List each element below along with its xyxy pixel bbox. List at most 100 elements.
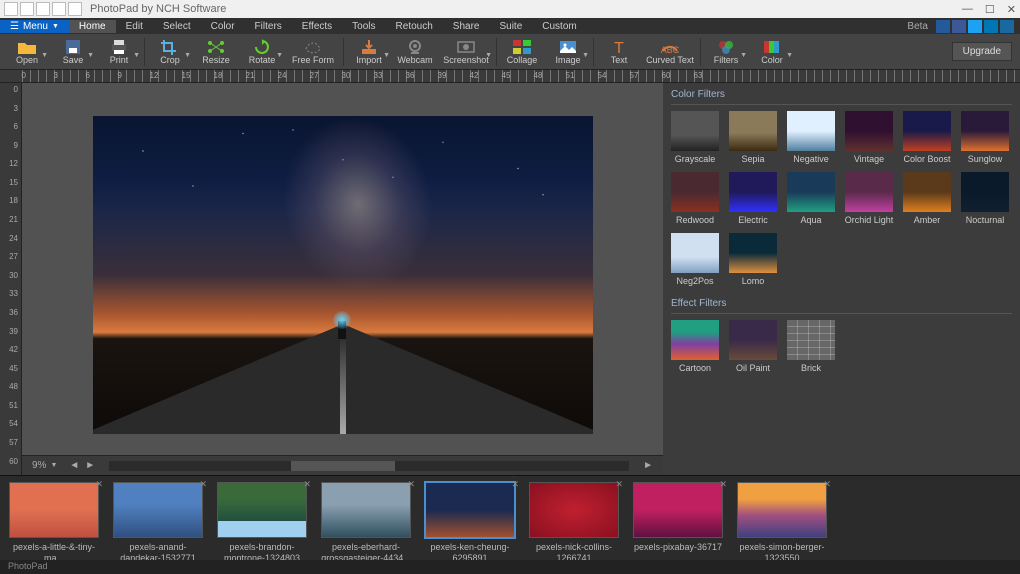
filter-nocturnal[interactable]: Nocturnal — [961, 172, 1009, 225]
filter-thumb — [787, 111, 835, 151]
zoom-dropdown-icon[interactable]: ▼ — [50, 462, 57, 469]
filter-brick[interactable]: Brick — [787, 320, 835, 373]
like-icon[interactable] — [936, 20, 950, 33]
linkedin-icon[interactable] — [984, 20, 998, 33]
resize-button[interactable]: Resize — [193, 34, 239, 69]
filter-sunglow[interactable]: Sunglow — [961, 111, 1009, 164]
close-icon[interactable]: ✕ — [615, 479, 623, 490]
curved-text-button[interactable]: ABCCurved Text — [642, 34, 698, 69]
collage-button[interactable]: Collage — [499, 34, 545, 69]
qa-icon-1[interactable] — [4, 2, 18, 16]
filter-thumb — [729, 320, 777, 360]
tab-filters[interactable]: Filters — [245, 20, 292, 33]
qa-icon-4[interactable] — [52, 2, 66, 16]
tab-edit[interactable]: Edit — [116, 20, 153, 33]
filter-redwood[interactable]: Redwood — [671, 172, 719, 225]
canvas-footer: 9% ▼ ◄ ► ► — [22, 455, 663, 475]
close-icon[interactable]: ✕ — [823, 479, 831, 490]
image-button[interactable]: Image▼ — [545, 34, 591, 69]
zoom-out-icon[interactable]: ◄ — [69, 460, 79, 471]
import-button[interactable]: Import▼ — [346, 34, 392, 69]
filter-label: Sunglow — [968, 154, 1003, 164]
filter-color-boost[interactable]: Color Boost — [903, 111, 951, 164]
thumbnail-item[interactable]: ✕pexels-simon-berger-1323550 — [736, 482, 828, 564]
save-icon — [63, 39, 83, 55]
open-button[interactable]: Open▼ — [4, 34, 50, 69]
share-icon[interactable] — [1000, 20, 1014, 33]
twitter-icon[interactable] — [968, 20, 982, 33]
scroll-right-icon[interactable]: ► — [643, 460, 653, 471]
close-icon[interactable]: ✕ — [303, 479, 311, 490]
free-form-button[interactable]: Free Form — [285, 34, 341, 69]
tab-effects[interactable]: Effects — [292, 20, 342, 33]
close-icon[interactable]: ✕ — [95, 479, 103, 490]
thumbnail-label: pexels-pixabay-36717 — [634, 542, 722, 553]
menu-button[interactable]: ☰ Menu ▼ — [0, 20, 69, 33]
filter-electric[interactable]: Electric — [729, 172, 777, 225]
filter-label: Color Boost — [903, 154, 950, 164]
thumbnail-item[interactable]: ✕pexels-eberhard-grossgasteiger-4434... — [320, 482, 412, 564]
screenshot-button[interactable]: Screenshot▼ — [438, 34, 494, 69]
thumbnail-item[interactable]: ✕ pexels-pixabay-36717 — [632, 482, 724, 553]
filter-sepia[interactable]: Sepia — [729, 111, 777, 164]
filter-lomo[interactable]: Lomo — [729, 233, 777, 286]
filter-aqua[interactable]: Aqua — [787, 172, 835, 225]
collage-icon — [512, 39, 532, 55]
filter-vintage[interactable]: Vintage — [845, 111, 893, 164]
tab-suite[interactable]: Suite — [489, 20, 532, 33]
horizontal-scrollbar[interactable] — [109, 461, 629, 471]
tab-tools[interactable]: Tools — [342, 20, 385, 33]
thumbnail-image — [217, 482, 307, 538]
close-icon[interactable]: ✕ — [407, 479, 415, 490]
thumbnail-image — [425, 482, 515, 538]
filter-neg2pos[interactable]: Neg2Pos — [671, 233, 719, 286]
minimize-button[interactable]: — — [962, 3, 973, 16]
zoom-level[interactable]: 9% — [32, 460, 46, 471]
filter-thumb — [729, 233, 777, 273]
zoom-in-icon[interactable]: ► — [85, 460, 95, 471]
print-button[interactable]: Print▼ — [96, 34, 142, 69]
menu-label: Menu — [23, 21, 48, 32]
filter-negative[interactable]: Negative — [787, 111, 835, 164]
save-button[interactable]: Save▼ — [50, 34, 96, 69]
filter-amber[interactable]: Amber — [903, 172, 951, 225]
filter-orchid-light[interactable]: Orchid Light — [845, 172, 893, 225]
tab-retouch[interactable]: Retouch — [386, 20, 443, 33]
tab-share[interactable]: Share — [443, 20, 490, 33]
color-button[interactable]: Color▼ — [749, 34, 795, 69]
chevron-down-icon: ▼ — [582, 52, 589, 59]
filter-grayscale[interactable]: Grayscale — [671, 111, 719, 164]
filters-button[interactable]: Filters▼ — [703, 34, 749, 69]
thumbnail-item[interactable]: ✕pexels-ken-cheung-6295891 — [424, 482, 516, 564]
maximize-button[interactable]: ☐ — [985, 3, 995, 16]
crop-button[interactable]: Crop▼ — [147, 34, 193, 69]
filter-label: Electric — [738, 215, 768, 225]
tab-select[interactable]: Select — [153, 20, 201, 33]
thumbnail-item[interactable]: ✕pexels-anand-dandekar-1532771 — [112, 482, 204, 564]
webcam-button[interactable]: Webcam — [392, 34, 438, 69]
filter-cartoon[interactable]: Cartoon — [671, 320, 719, 373]
close-icon[interactable]: ✕ — [511, 479, 519, 490]
close-icon[interactable]: ✕ — [199, 479, 207, 490]
filter-oil-paint[interactable]: Oil Paint — [729, 320, 777, 373]
thumbnail-item[interactable]: ✕pexels-nick-collins-1266741 — [528, 482, 620, 564]
tab-home[interactable]: Home — [69, 20, 116, 33]
qa-icon-2[interactable] — [20, 2, 34, 16]
qa-icon-5[interactable] — [68, 2, 82, 16]
facebook-icon[interactable] — [952, 20, 966, 33]
filter-label: Lomo — [742, 276, 765, 286]
thumbnail-item[interactable]: ✕pexels-brandon-montrone-1324803 — [216, 482, 308, 564]
thumbnail-image — [737, 482, 827, 538]
tab-color[interactable]: Color — [201, 20, 245, 33]
upgrade-button[interactable]: Upgrade — [952, 42, 1012, 61]
qa-icon-3[interactable] — [36, 2, 50, 16]
close-button[interactable]: ✕ — [1007, 3, 1016, 16]
image-preview[interactable] — [93, 116, 593, 434]
curved-text-icon: ABC — [660, 39, 680, 55]
close-icon[interactable]: ✕ — [719, 479, 727, 490]
text-button[interactable]: TText — [596, 34, 642, 69]
tool-label: Collage — [507, 55, 538, 65]
rotate-button[interactable]: Rotate▼ — [239, 34, 285, 69]
thumbnail-item[interactable]: ✕pexels-a-little-&-tiny-ma... — [8, 482, 100, 564]
tab-custom[interactable]: Custom — [532, 20, 586, 33]
